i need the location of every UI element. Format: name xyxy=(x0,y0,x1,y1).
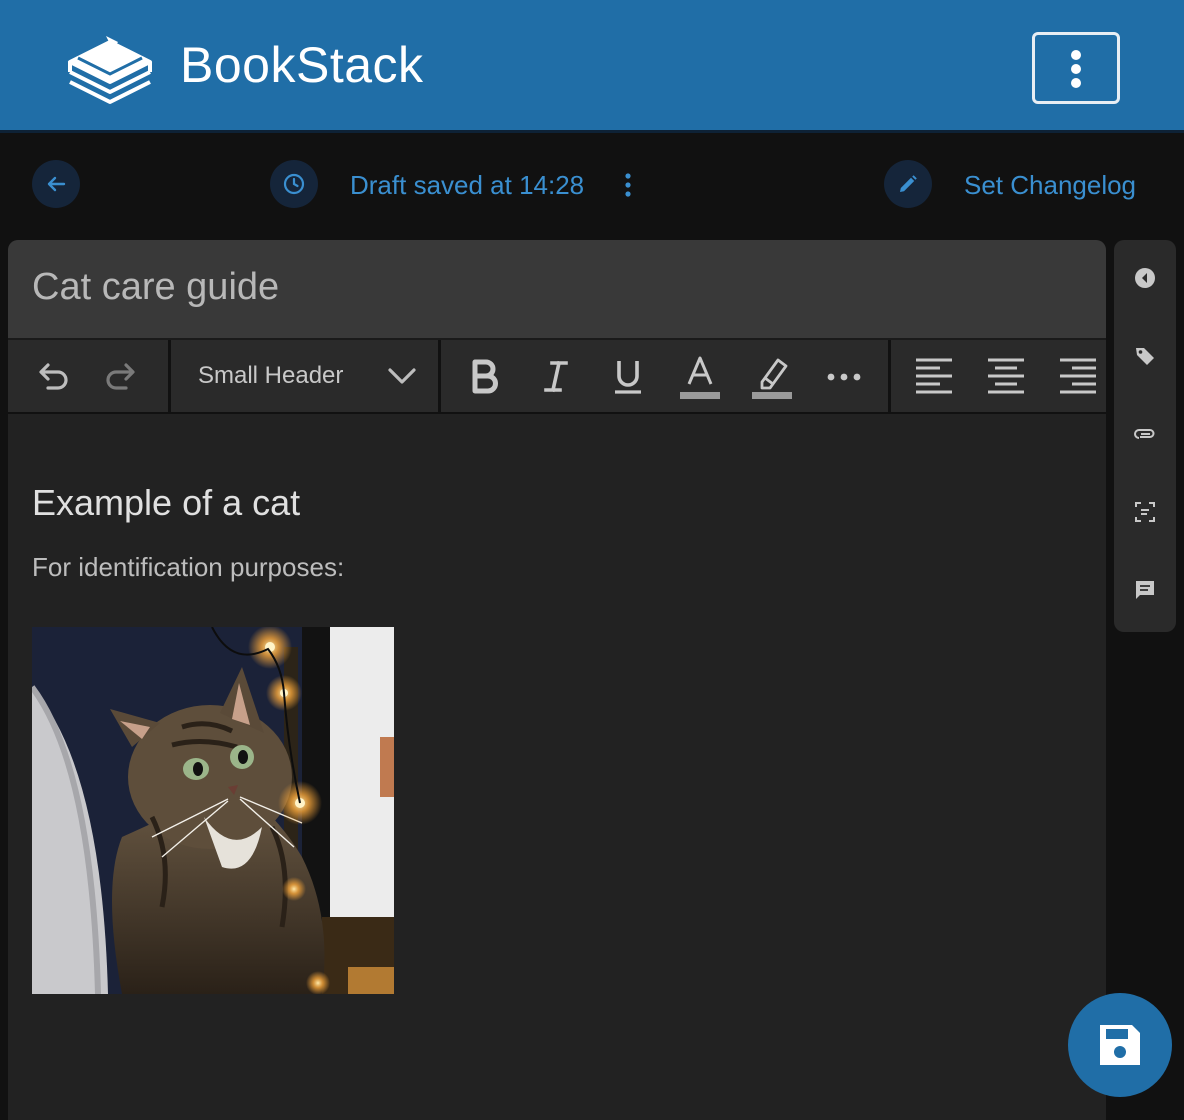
toolbar-divider xyxy=(168,340,171,414)
draft-history-button[interactable] xyxy=(270,160,318,208)
align-right-icon[interactable] xyxy=(1058,356,1098,396)
collapse-left-icon[interactable] xyxy=(1133,266,1157,290)
save-icon xyxy=(1100,1025,1140,1065)
editor-toolbar: Draft saved at 14:28 Set Changelog xyxy=(0,136,1184,240)
content-paragraph[interactable]: For identification purposes: xyxy=(32,552,344,583)
title-bar: Cat care guide xyxy=(8,240,1106,340)
block-format-select[interactable]: Small Header xyxy=(198,362,343,390)
back-button[interactable] xyxy=(32,160,80,208)
toolbar-divider xyxy=(888,340,891,414)
page-title-input[interactable]: Cat care guide xyxy=(32,266,279,309)
app-header: BookStack xyxy=(0,0,1184,133)
more-vertical-icon xyxy=(625,173,631,197)
clock-icon xyxy=(283,173,305,195)
underline-icon[interactable] xyxy=(608,356,648,396)
page-editor: Cat care guide Small Header Example of a… xyxy=(8,240,1106,1120)
draft-status[interactable]: Draft saved at 14:28 xyxy=(350,170,584,201)
more-vertical-icon xyxy=(1071,50,1081,88)
set-changelog-link[interactable]: Set Changelog xyxy=(964,170,1136,201)
redo-icon[interactable] xyxy=(102,356,142,396)
text-color-icon[interactable] xyxy=(680,356,720,399)
chevron-down-icon[interactable] xyxy=(382,356,422,396)
align-center-icon[interactable] xyxy=(986,356,1026,396)
content-heading[interactable]: Example of a cat xyxy=(32,482,300,524)
bookstack-logo-icon[interactable] xyxy=(66,28,154,106)
bold-icon[interactable] xyxy=(464,356,504,396)
more-horizontal-icon[interactable] xyxy=(824,356,864,396)
editor-content[interactable]: Example of a cat For identification purp… xyxy=(8,416,1106,1120)
app-name[interactable]: BookStack xyxy=(180,36,424,94)
undo-icon[interactable] xyxy=(32,356,72,396)
align-left-icon[interactable] xyxy=(914,356,954,396)
draft-menu-button[interactable] xyxy=(620,172,636,198)
cat-image[interactable] xyxy=(32,627,394,994)
tag-icon[interactable] xyxy=(1133,344,1157,368)
attachment-icon[interactable] xyxy=(1133,422,1157,446)
changelog-button[interactable] xyxy=(884,160,932,208)
pencil-icon xyxy=(900,175,917,192)
templates-icon[interactable] xyxy=(1133,500,1157,524)
save-button[interactable] xyxy=(1068,993,1172,1097)
header-menu-button[interactable] xyxy=(1032,32,1120,104)
editor-side-toolbar xyxy=(1114,240,1176,632)
formatting-toolbar: Small Header xyxy=(8,340,1106,414)
comment-icon[interactable] xyxy=(1133,578,1157,602)
arrow-left-icon xyxy=(47,176,66,192)
toolbar-divider xyxy=(438,340,441,414)
italic-icon[interactable] xyxy=(536,356,576,396)
highlight-icon[interactable] xyxy=(752,356,792,399)
